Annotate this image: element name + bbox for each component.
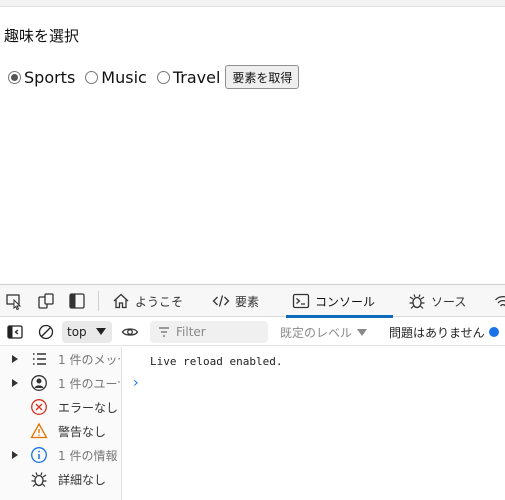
context-select[interactable]: top (62, 321, 112, 343)
expand-arrow-icon[interactable] (12, 451, 18, 459)
tab-sources-label: ソース (431, 294, 467, 309)
get-element-button[interactable]: 要素を取得 (225, 65, 300, 89)
devtools-panel: ようこそ 要素 コンソール ソース top Filter 既定のレベル 問題はあ… (0, 284, 505, 500)
radio-label-sports: Sports (24, 67, 76, 87)
device-emulation-icon[interactable] (37, 292, 55, 310)
radio-button-music[interactable] (85, 70, 99, 84)
console-prompt[interactable]: › (133, 375, 139, 391)
devtools-tabbar: ようこそ 要素 コンソール ソース (0, 285, 505, 318)
sidebar-item-verbose[interactable]: 詳細なし (0, 467, 122, 491)
browser-top-strip (0, 0, 505, 7)
sidebar-item-label: 1 件のメッセージ (58, 353, 120, 367)
issues-label: 問題はありません (389, 325, 485, 340)
tabbar-divider (98, 291, 99, 311)
radio-sports[interactable]: Sports (8, 68, 75, 87)
sidebar-item-label: エラーなし (58, 401, 119, 415)
list-icon (33, 353, 46, 365)
sidebar-item-label: 1 件の情報 (58, 449, 118, 463)
page-viewport: 趣味を選択 Sports Music Travel 要素を取得 (0, 7, 505, 284)
console-toolbar: top Filter 既定のレベル 問題はありません (0, 318, 505, 346)
issues-status[interactable]: 問題はありません (389, 318, 499, 346)
filter-placeholder: Filter (176, 325, 206, 339)
expand-arrow-icon[interactable] (12, 355, 18, 363)
sidebar-item-label: 警告なし (58, 425, 107, 439)
user-icon (31, 375, 47, 391)
filter-icon (159, 327, 169, 337)
radio-music[interactable]: Music (85, 68, 147, 87)
filter-input[interactable]: Filter (150, 321, 268, 343)
show-sidebar-icon[interactable] (6, 323, 24, 341)
home-icon (113, 293, 129, 309)
inspect-element-icon[interactable] (5, 292, 23, 310)
info-icon (31, 447, 47, 463)
sidebar-item-warnings[interactable]: 警告なし (0, 419, 122, 443)
tab-elements[interactable]: 要素 (212, 285, 259, 317)
bug-icon (409, 294, 425, 309)
hobby-radio-group: Sports Music Travel 要素を取得 (8, 64, 300, 90)
tab-welcome[interactable]: ようこそ (112, 285, 183, 317)
verbose-icon (31, 472, 47, 487)
radio-label-music: Music (101, 67, 147, 87)
radio-button-travel[interactable] (156, 70, 170, 84)
console-sidebar: 1 件のメッセージ 1 件のユーザーメッセージ エラーなし 警告なし (0, 347, 122, 500)
sidebar-item-info[interactable]: 1 件の情報 (0, 443, 122, 467)
log-levels-label: 既定のレベル (280, 325, 353, 340)
context-select-value: top (67, 325, 87, 339)
network-icon[interactable] (494, 292, 505, 310)
code-icon (212, 295, 230, 307)
caret-down-icon (96, 328, 106, 335)
console-output: Live reload enabled. › (123, 347, 505, 500)
tab-console[interactable]: コンソール (285, 285, 394, 318)
console-log-line: Live reload enabled. (150, 355, 283, 368)
log-levels-dropdown[interactable]: 既定のレベル (280, 318, 368, 346)
page-heading: 趣味を選択 (4, 27, 80, 45)
caret-down-icon (357, 328, 368, 336)
radio-travel[interactable]: Travel (156, 67, 221, 87)
issues-dot-icon (488, 327, 499, 337)
sidebar-item-label: 詳細なし (58, 473, 107, 487)
expand-arrow-icon[interactable] (12, 379, 18, 387)
error-icon (31, 399, 47, 415)
tab-welcome-label: ようこそ (135, 294, 184, 309)
clear-console-icon[interactable] (37, 323, 55, 341)
warning-icon (30, 422, 48, 439)
tab-elements-label: 要素 (235, 294, 260, 309)
tab-sources[interactable]: ソース (408, 285, 466, 317)
sidebar-item-label: 1 件のユーザーメッセージ (58, 377, 120, 391)
toggle-sidebar-icon[interactable] (68, 292, 86, 310)
radio-label-travel: Travel (172, 67, 221, 87)
sidebar-item-user-messages[interactable]: 1 件のユーザーメッセージ (0, 371, 122, 395)
sidebar-item-errors[interactable]: エラーなし (0, 395, 122, 419)
sidebar-item-messages[interactable]: 1 件のメッセージ (0, 347, 122, 371)
console-icon (292, 293, 310, 309)
live-expression-eye-icon[interactable] (121, 323, 139, 341)
radio-button-sports[interactable] (8, 70, 21, 84)
tab-console-label: コンソール (315, 294, 376, 309)
